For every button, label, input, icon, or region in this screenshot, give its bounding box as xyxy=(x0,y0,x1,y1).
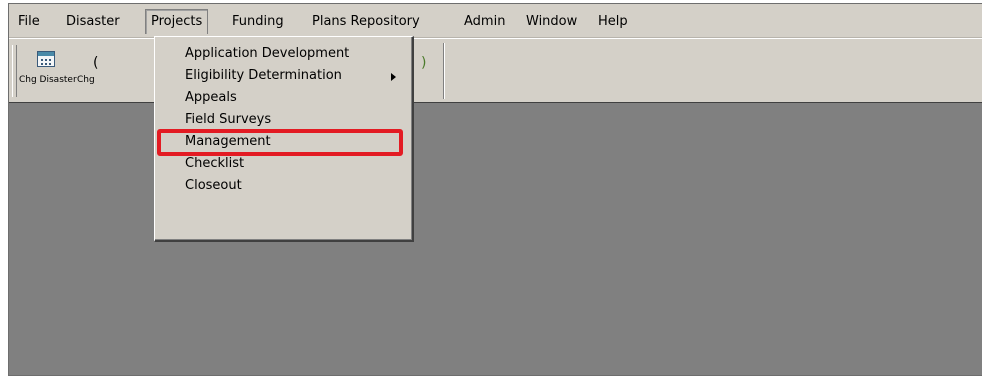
calendar-icon xyxy=(37,51,55,67)
menu-disaster[interactable]: Disaster xyxy=(61,11,125,33)
toolbar-grip[interactable] xyxy=(12,45,17,97)
menu-item-label: Checklist xyxy=(185,156,245,171)
application-window: File Disaster Projects Funding Plans Rep… xyxy=(8,3,982,376)
menu-item-management[interactable]: Management xyxy=(155,129,412,156)
menu-item-application-development[interactable]: Application Development xyxy=(155,43,412,65)
menu-item-label: Application Development xyxy=(185,46,350,61)
menu-item-label: Closeout xyxy=(185,178,242,193)
menu-item-field-surveys[interactable]: Field Surveys xyxy=(155,109,412,131)
menu-item-appeals[interactable]: Appeals xyxy=(155,87,412,109)
menu-item-label: Appeals xyxy=(185,90,237,105)
menu-help[interactable]: Help xyxy=(593,11,633,33)
menu-plans-repository[interactable]: Plans Repository xyxy=(307,11,425,33)
menu-window[interactable]: Window xyxy=(521,11,582,33)
toolbar-separator xyxy=(443,43,445,99)
chg-disaster-label: Chg Disaster xyxy=(19,75,77,85)
menu-item-label: Field Surveys xyxy=(185,112,272,127)
menu-item-label: Eligibility Determination xyxy=(185,68,342,83)
projects-dropdown-menu: Application Development Eligibility Dete… xyxy=(154,36,414,242)
chg-button[interactable]: ( Chg xyxy=(73,47,113,97)
menu-item-label: Management xyxy=(185,134,271,149)
menu-file[interactable]: File xyxy=(13,11,45,33)
menu-item-eligibility-determination[interactable]: Eligibility Determination xyxy=(155,65,412,87)
menu-admin[interactable]: Admin xyxy=(459,11,510,33)
menu-projects[interactable]: Projects xyxy=(145,9,209,34)
partial-toolbar-icon: ) xyxy=(421,55,427,71)
submenu-arrow-icon xyxy=(391,73,396,81)
menu-funding[interactable]: Funding xyxy=(227,11,289,33)
partial-icon: ( xyxy=(93,55,99,71)
chg-label: Chg xyxy=(77,75,95,85)
menu-item-closeout[interactable]: Closeout xyxy=(155,175,412,197)
menu-item-checklist[interactable]: Checklist xyxy=(155,153,412,175)
menu-bar: File Disaster Projects Funding Plans Rep… xyxy=(9,4,982,38)
chg-disaster-button[interactable]: Chg Disaster xyxy=(19,47,77,97)
